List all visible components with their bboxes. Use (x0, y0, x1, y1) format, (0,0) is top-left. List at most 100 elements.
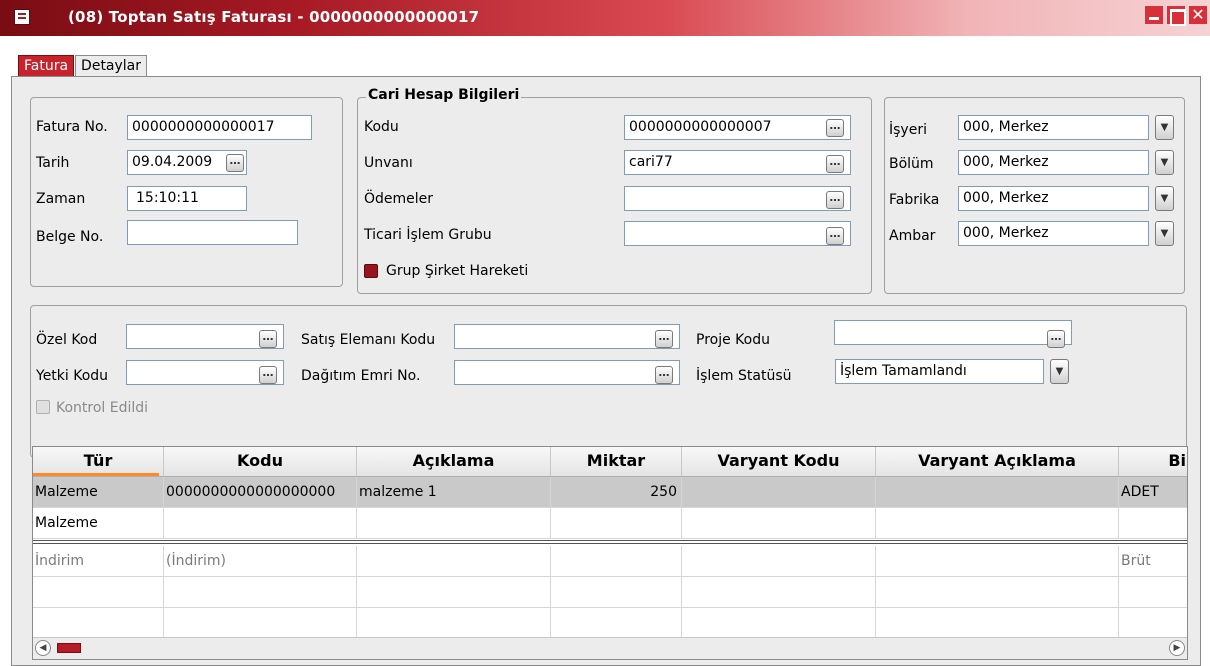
ticari-label: Ticari İşlem Grubu (364, 227, 492, 243)
cell-empty[interactable] (164, 608, 357, 638)
tab-fatura[interactable]: Fatura (18, 55, 75, 77)
cell-tur[interactable]: Malzeme (33, 477, 164, 507)
grid-header: Tür Kodu Açıklama Miktar Varyant Kodu Va… (33, 447, 1187, 477)
col-varyant-kodu[interactable]: Varyant Kodu (682, 447, 876, 476)
ozel-kod-label: Özel Kod (36, 332, 98, 348)
window-title: (08) Toptan Satış Faturası - 00000000000… (68, 8, 480, 26)
unvani-lookup-button[interactable]: … (826, 155, 844, 173)
cell-birim[interactable] (1119, 508, 1187, 538)
cell-empty[interactable] (551, 608, 682, 638)
cell-empty[interactable] (682, 577, 876, 607)
cell-empty[interactable] (876, 577, 1119, 607)
cari-kodu-field[interactable]: 0000000000000007 (624, 115, 851, 140)
bolum-dropdown-button[interactable]: ▼ (1155, 150, 1174, 175)
scroll-left-icon[interactable]: ◀ (35, 640, 51, 656)
kontrol-checkbox[interactable] (36, 400, 50, 414)
table-row[interactable]: Malzeme (33, 508, 1187, 539)
cell-varyant-kodu[interactable] (682, 546, 876, 576)
cell-empty[interactable] (551, 577, 682, 607)
cell-empty[interactable] (682, 608, 876, 638)
col-varyant-aciklama[interactable]: Varyant Açıklama (876, 447, 1119, 476)
table-row[interactable]: Malzeme 0000000000000000000 malzeme 1 25… (33, 477, 1187, 508)
cell-empty[interactable] (164, 577, 357, 607)
title-bar[interactable]: (08) Toptan Satış Faturası - 00000000000… (0, 0, 1210, 36)
cell-varyant-aciklama[interactable] (876, 508, 1119, 538)
unvani-field[interactable]: cari77 (624, 150, 851, 175)
cari-hesap-title: Cari Hesap Bilgileri (366, 87, 522, 103)
cell-empty[interactable] (1119, 577, 1187, 607)
cell-empty[interactable] (33, 577, 164, 607)
cell-empty[interactable] (1119, 608, 1187, 638)
cell-varyant-kodu[interactable] (682, 477, 876, 507)
cell-birim[interactable]: ADET (1119, 477, 1187, 507)
islem-statusu-label: İşlem Statüsü (696, 368, 792, 384)
ticari-lookup-button[interactable]: … (826, 227, 844, 245)
yetki-kodu-lookup-button[interactable]: … (259, 366, 277, 384)
dagitim-label: Dağıtım Emri No. (301, 368, 421, 384)
isyeri-select[interactable]: 000, Merkez (958, 115, 1149, 140)
ozel-kod-lookup-button[interactable]: … (259, 330, 277, 348)
scroll-right-icon[interactable]: ▶ (1169, 640, 1185, 656)
cari-kodu-lookup-button[interactable]: … (826, 119, 844, 137)
cell-kodu[interactable]: 0000000000000000000 (164, 477, 357, 507)
cell-aciklama[interactable]: malzeme 1 (357, 477, 551, 507)
col-tur[interactable]: Tür (33, 447, 164, 476)
bolum-select[interactable]: 000, Merkez (958, 150, 1149, 175)
cell-tur[interactable]: İndirim (33, 546, 164, 576)
cell-miktar[interactable] (551, 546, 682, 576)
cell-kodu[interactable]: (İndirim) (164, 546, 357, 576)
fabrika-dropdown-button[interactable]: ▼ (1155, 186, 1174, 211)
maximize-button[interactable] (1166, 5, 1186, 26)
col-birim[interactable]: Bi (1119, 447, 1187, 476)
fatura-no-field[interactable]: 0000000000000017 (127, 115, 312, 140)
fabrika-select[interactable]: 000, Merkez (958, 186, 1149, 211)
odemeler-lookup-button[interactable]: … (826, 191, 844, 209)
cell-aciklama[interactable] (357, 508, 551, 538)
cell-tur[interactable]: Malzeme (33, 508, 164, 538)
cell-kodu[interactable] (164, 508, 357, 538)
islem-dropdown-button[interactable]: ▼ (1050, 359, 1069, 384)
zaman-field[interactable]: 15:10:11 (127, 186, 247, 211)
cell-varyant-kodu[interactable] (682, 508, 876, 538)
satis-lookup-button[interactable]: … (655, 330, 673, 348)
cell-aciklama[interactable] (357, 546, 551, 576)
grid-separator (33, 540, 1187, 544)
zaman-label: Zaman (36, 191, 86, 207)
minimize-button[interactable] (1144, 5, 1164, 25)
horizontal-scrollbar[interactable]: ◀ ▶ (33, 637, 1187, 659)
ambar-dropdown-button[interactable]: ▼ (1155, 221, 1174, 246)
isyeri-dropdown-button[interactable]: ▼ (1155, 115, 1174, 140)
belge-no-field[interactable] (127, 220, 298, 245)
cell-empty[interactable] (876, 608, 1119, 638)
ticari-field[interactable] (624, 221, 851, 246)
proje-lookup-button[interactable]: … (1047, 330, 1065, 348)
tab-strip: Fatura Detaylar (18, 55, 148, 77)
close-button[interactable]: ✕ (1188, 5, 1208, 25)
table-row[interactable] (33, 577, 1187, 608)
cell-varyant-aciklama[interactable] (876, 546, 1119, 576)
scroll-thumb[interactable] (57, 643, 81, 653)
grup-sirket-checkbox[interactable] (364, 264, 378, 278)
date-picker-button[interactable]: … (226, 154, 244, 172)
kontrol-label: Kontrol Edildi (56, 400, 149, 416)
cell-varyant-aciklama[interactable] (876, 477, 1119, 507)
satis-elemani-field[interactable] (454, 324, 680, 349)
cell-empty[interactable] (357, 608, 551, 638)
odemeler-field[interactable] (624, 186, 851, 211)
dagitim-lookup-button[interactable]: … (655, 366, 673, 384)
islem-statusu-select[interactable]: İşlem Tamamlandı (835, 359, 1044, 384)
cell-miktar[interactable]: 250 (551, 477, 682, 507)
dagitim-field[interactable] (454, 360, 680, 385)
ambar-select[interactable]: 000, Merkez (958, 221, 1149, 246)
cell-empty[interactable] (357, 577, 551, 607)
col-kodu[interactable]: Kodu (164, 447, 357, 476)
proje-kodu-field[interactable] (834, 320, 1072, 345)
cell-miktar[interactable] (551, 508, 682, 538)
col-aciklama[interactable]: Açıklama (357, 447, 551, 476)
discount-row[interactable]: İndirim (İndirim) Brüt (33, 546, 1187, 577)
tab-detaylar[interactable]: Detaylar (75, 55, 148, 77)
cell-empty[interactable] (33, 608, 164, 638)
col-miktar[interactable]: Miktar (551, 447, 682, 476)
table-row[interactable] (33, 608, 1187, 639)
cell-birim[interactable]: Brüt (1119, 546, 1187, 576)
